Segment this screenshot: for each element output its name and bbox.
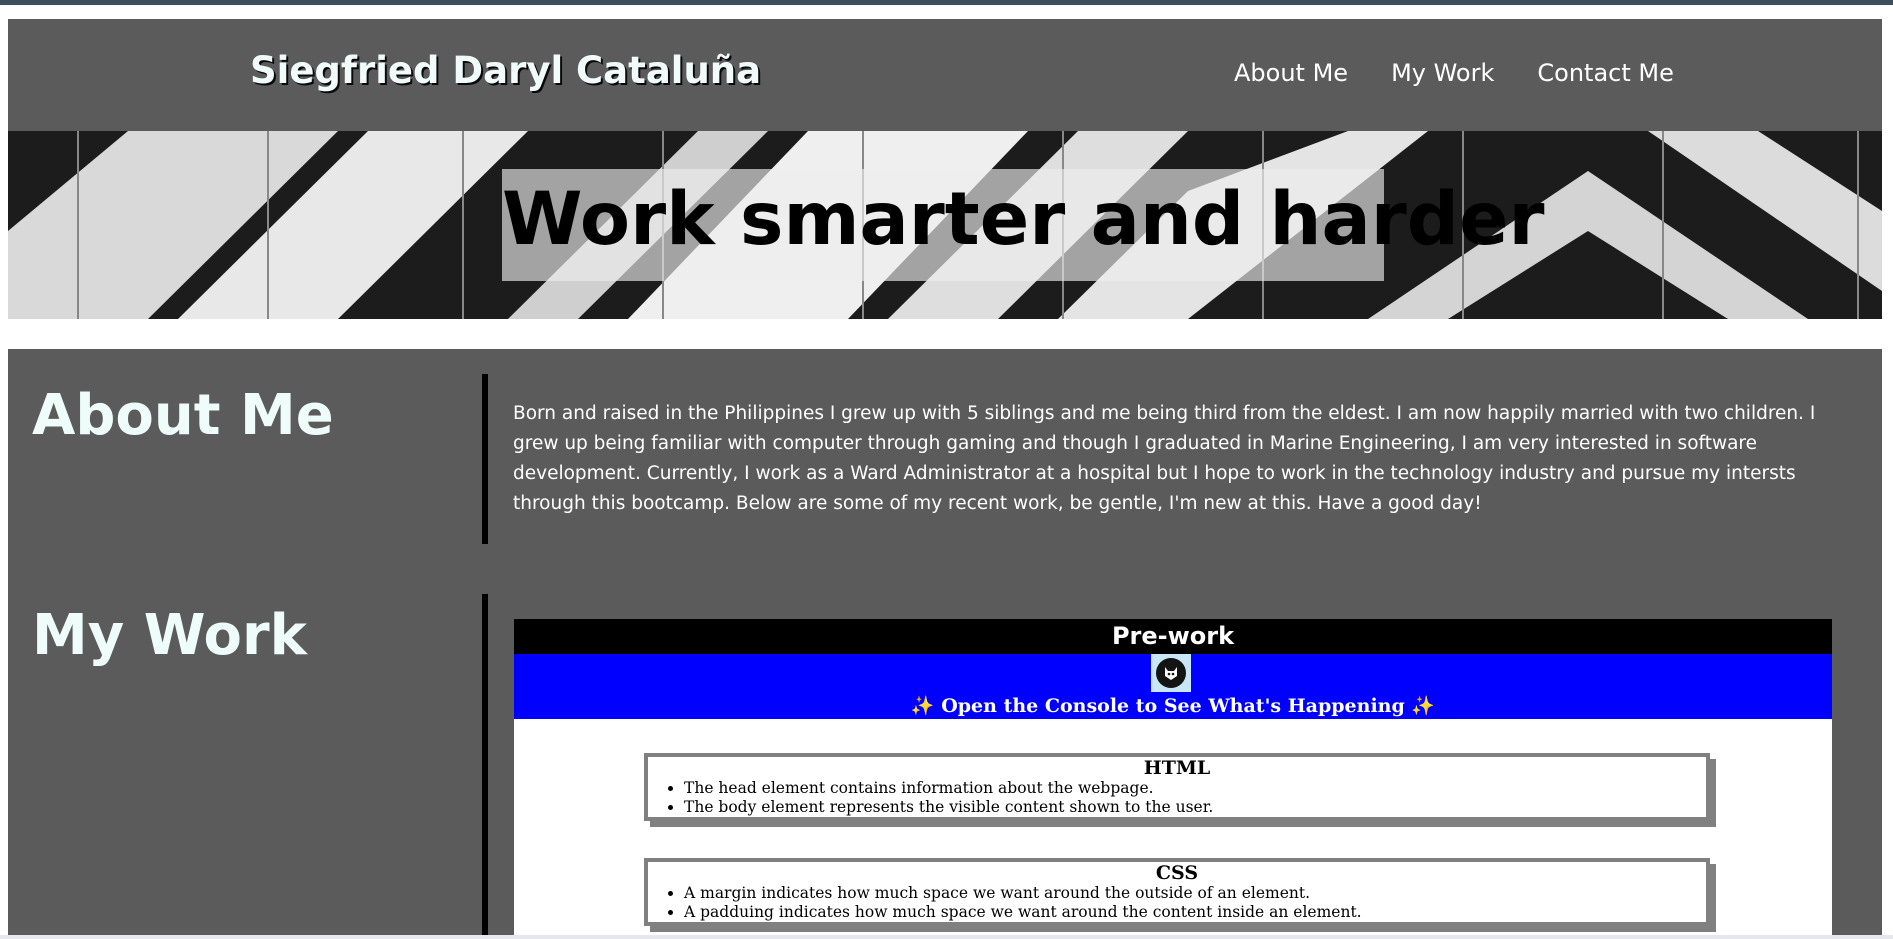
sparkles-icon: ✨	[910, 695, 935, 717]
hero-title: Work smarter and harder	[502, 177, 1545, 262]
main-content: About Me Born and raised in the Philippi…	[8, 349, 1882, 939]
browser-top-strip	[0, 0, 1893, 5]
my-work-heading: My Work	[32, 603, 307, 668]
nav-contact-me-link[interactable]: Contact Me	[1537, 59, 1673, 87]
site-brand: Siegfried Daryl Cataluña	[250, 49, 762, 92]
about-me-text: Born and raised in the Philippines I gre…	[513, 403, 1816, 514]
console-banner-text: ✨ Open the Console to See What's Happeni…	[514, 694, 1832, 717]
prework-card-title: Pre-work	[514, 619, 1832, 654]
html-topic-list: The head element contains information ab…	[648, 779, 1706, 817]
css-topic-title: CSS	[1155, 862, 1199, 884]
css-topic-list: A margin indicates how much space we wan…	[648, 884, 1706, 922]
list-item: The head element contains information ab…	[684, 779, 1706, 798]
hero-banner: Work smarter and harder	[8, 131, 1882, 319]
about-me-heading: About Me	[32, 383, 334, 448]
about-divider	[482, 374, 488, 544]
page-bottom-strip	[0, 935, 1893, 939]
main-nav: About Me My Work Contact Me	[1234, 59, 1674, 87]
nav-my-work-link[interactable]: My Work	[1391, 59, 1494, 87]
console-banner-label: Open the Console to See What's Happening	[941, 695, 1405, 717]
nav-about-me-link[interactable]: About Me	[1234, 59, 1348, 87]
prework-project-card[interactable]: Pre-work ✨ Open the Console to See What'…	[514, 619, 1832, 939]
list-item: The body element represents the visible …	[684, 798, 1706, 817]
html-topic-title: HTML	[1143, 757, 1211, 779]
cat-avatar-icon	[1151, 654, 1191, 692]
css-topic-box: CSS A margin indicates how much space we…	[644, 858, 1710, 926]
list-item: A margin indicates how much space we wan…	[684, 884, 1706, 903]
hero-title-box: Work smarter and harder	[502, 169, 1545, 281]
sparkles-icon: ✨	[1411, 695, 1436, 717]
list-item: A padduing indicates how much space we w…	[684, 903, 1706, 922]
site-header: Siegfried Daryl Cataluña About Me My Wor…	[8, 19, 1882, 131]
work-divider	[482, 594, 488, 939]
html-topic-box: HTML The head element contains informati…	[644, 753, 1710, 821]
prework-banner: ✨ Open the Console to See What's Happeni…	[514, 654, 1832, 719]
